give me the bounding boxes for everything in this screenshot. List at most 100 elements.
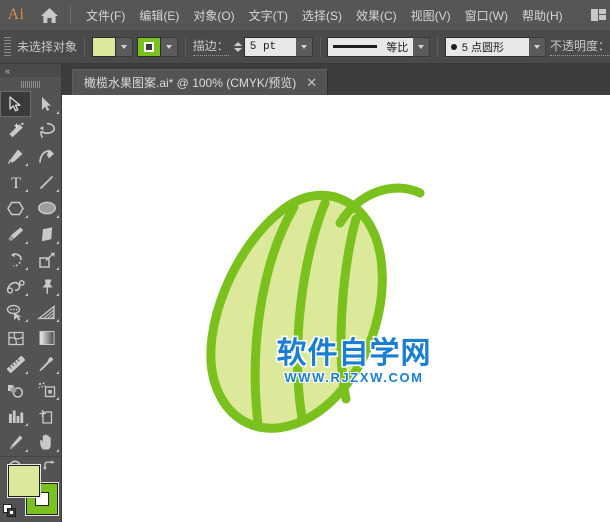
- shape-builder-icon: [6, 304, 22, 321]
- options-divider-1: [84, 36, 85, 57]
- line-segment-tool[interactable]: [31, 169, 62, 195]
- artboard[interactable]: 软件自学网 WWW.RJZXW.COM: [72, 95, 610, 522]
- arrow-solid-icon: [9, 96, 21, 112]
- variable-width-profile-combo[interactable]: 等比: [327, 36, 431, 57]
- scale-icon: [38, 252, 54, 268]
- brush-caret[interactable]: [528, 36, 546, 57]
- polygon-tool[interactable]: [0, 195, 31, 221]
- blend-tool[interactable]: [0, 377, 31, 403]
- polygon-icon: [7, 201, 24, 215]
- paintbrush-tool[interactable]: [0, 221, 31, 247]
- artboard-tool[interactable]: [31, 403, 62, 429]
- home-icon[interactable]: [32, 7, 66, 24]
- symbol-sprayer-icon: [38, 381, 56, 397]
- stroke-dropdown-caret[interactable]: [161, 36, 179, 57]
- gradient-icon: [39, 331, 54, 345]
- ellipse-tool[interactable]: [31, 195, 62, 221]
- bar-graph-icon: [8, 410, 23, 423]
- default-fill-stroke-icon[interactable]: [3, 504, 17, 518]
- options-bar-grip[interactable]: [2, 36, 11, 58]
- menu-type[interactable]: 文字(T): [242, 3, 295, 28]
- width-tool[interactable]: [0, 273, 31, 299]
- menu-edit[interactable]: 编辑(E): [132, 3, 186, 28]
- slice-knife-icon: [10, 435, 23, 449]
- document-tab-title: 橄榄水果图案.ai* @ 100% (CMYK/预览): [84, 76, 297, 90]
- artboard-icon: [39, 409, 52, 424]
- eyedropper-tool[interactable]: [31, 351, 62, 377]
- paintbrush-icon: [7, 227, 23, 241]
- width-profile-label: 等比: [386, 41, 409, 54]
- fill-stroke-control: [0, 456, 62, 522]
- workspace-switcher-icon[interactable]: [591, 9, 606, 21]
- gradient-tool[interactable]: [31, 325, 62, 351]
- symbol-sprayer-tool[interactable]: [31, 377, 62, 403]
- blend-icon: [8, 384, 24, 398]
- fill-color-control[interactable]: [91, 36, 133, 57]
- illustrator-window: Ai 文件(F) 编辑(E) 对象(O) 文字(T) 选择(S) 效果(C) 视…: [0, 0, 610, 522]
- mesh-icon: [7, 331, 24, 345]
- options-bar: 未选择对象 描边： 5 pt 等比 5 点圆形 不透明度：: [0, 30, 610, 64]
- lasso-tool[interactable]: [31, 117, 62, 143]
- opacity-label[interactable]: 不透明度：: [549, 37, 610, 56]
- collapse-icon: «: [5, 65, 10, 76]
- fill-swatch[interactable]: [91, 36, 116, 57]
- width-profile-caret[interactable]: [413, 36, 431, 57]
- rotate-tool[interactable]: [0, 247, 31, 273]
- scale-tool[interactable]: [31, 247, 62, 273]
- selection-tool[interactable]: [0, 91, 31, 117]
- stroke-weight-input[interactable]: 5 pt: [243, 36, 296, 57]
- menu-window[interactable]: 窗口(W): [458, 3, 515, 28]
- menu-help[interactable]: 帮助(H): [515, 3, 570, 28]
- brush-preview-icon: [450, 43, 457, 50]
- direct-selection-tool[interactable]: [31, 91, 62, 117]
- stroke-color-control[interactable]: [137, 36, 179, 57]
- type-tool[interactable]: T: [0, 169, 31, 195]
- pen-icon: [7, 149, 23, 164]
- measure-tool[interactable]: [0, 351, 31, 377]
- arrow-filled-icon: [42, 97, 51, 111]
- perspective-grid-tool[interactable]: [31, 299, 62, 325]
- stroke-weight-stepper[interactable]: [233, 41, 242, 52]
- curvature-tool[interactable]: [31, 143, 62, 169]
- ellipse-icon: [37, 201, 56, 215]
- stroke-weight-combo[interactable]: 5 pt: [243, 36, 313, 57]
- stroke-swatch[interactable]: [137, 36, 162, 57]
- tool-grid: T: [0, 91, 61, 481]
- menu-file[interactable]: 文件(F): [79, 3, 132, 28]
- options-divider-2: [185, 36, 186, 57]
- hand-tool[interactable]: [31, 429, 62, 455]
- pen-tool[interactable]: [0, 143, 31, 169]
- menu-item-list: 文件(F) 编辑(E) 对象(O) 文字(T) 选择(S) 效果(C) 视图(V…: [79, 3, 570, 28]
- shape-builder-tool[interactable]: [0, 299, 31, 325]
- brush-field[interactable]: 5 点圆形: [444, 36, 529, 57]
- options-divider-4: [437, 36, 438, 57]
- perspective-grid-icon: [37, 304, 55, 319]
- menu-view[interactable]: 视图(V): [404, 3, 458, 28]
- eraser-tool[interactable]: [31, 221, 62, 247]
- toolbar-fill-swatch[interactable]: [8, 465, 40, 497]
- tools-drag-handle[interactable]: [0, 77, 61, 91]
- menu-object[interactable]: 对象(O): [186, 3, 241, 28]
- pushpin-icon: [42, 279, 52, 294]
- magic-wand-tool[interactable]: [0, 117, 31, 143]
- stroke-weight-label[interactable]: 描边：: [192, 37, 229, 56]
- document-tab-bar: 橄榄水果图案.ai* @ 100% (CMYK/预览) ✕: [62, 64, 610, 95]
- stroke-weight-caret[interactable]: [295, 36, 313, 57]
- close-icon[interactable]: ✕: [305, 76, 318, 89]
- olive-fruit-illustration[interactable]: [72, 95, 610, 522]
- swap-fill-stroke-icon[interactable]: [43, 460, 57, 474]
- column-graph-tool[interactable]: [0, 403, 31, 429]
- slice-tool[interactable]: [0, 429, 31, 455]
- menu-select[interactable]: 选择(S): [295, 3, 349, 28]
- document-tab[interactable]: 橄榄水果图案.ai* @ 100% (CMYK/预览) ✕: [72, 69, 329, 95]
- width-profile-field[interactable]: 等比: [327, 36, 414, 57]
- tools-collapse-button[interactable]: «: [0, 64, 61, 77]
- free-transform-tool[interactable]: [31, 273, 62, 299]
- app-logo: Ai: [7, 6, 25, 23]
- canvas-area[interactable]: 软件自学网 WWW.RJZXW.COM: [62, 95, 610, 522]
- mesh-tool[interactable]: [0, 325, 31, 351]
- fill-dropdown-caret[interactable]: [115, 36, 133, 57]
- options-divider-3: [319, 36, 321, 57]
- brush-definition-combo[interactable]: 5 点圆形: [444, 36, 546, 57]
- menu-effect[interactable]: 效果(C): [349, 3, 404, 28]
